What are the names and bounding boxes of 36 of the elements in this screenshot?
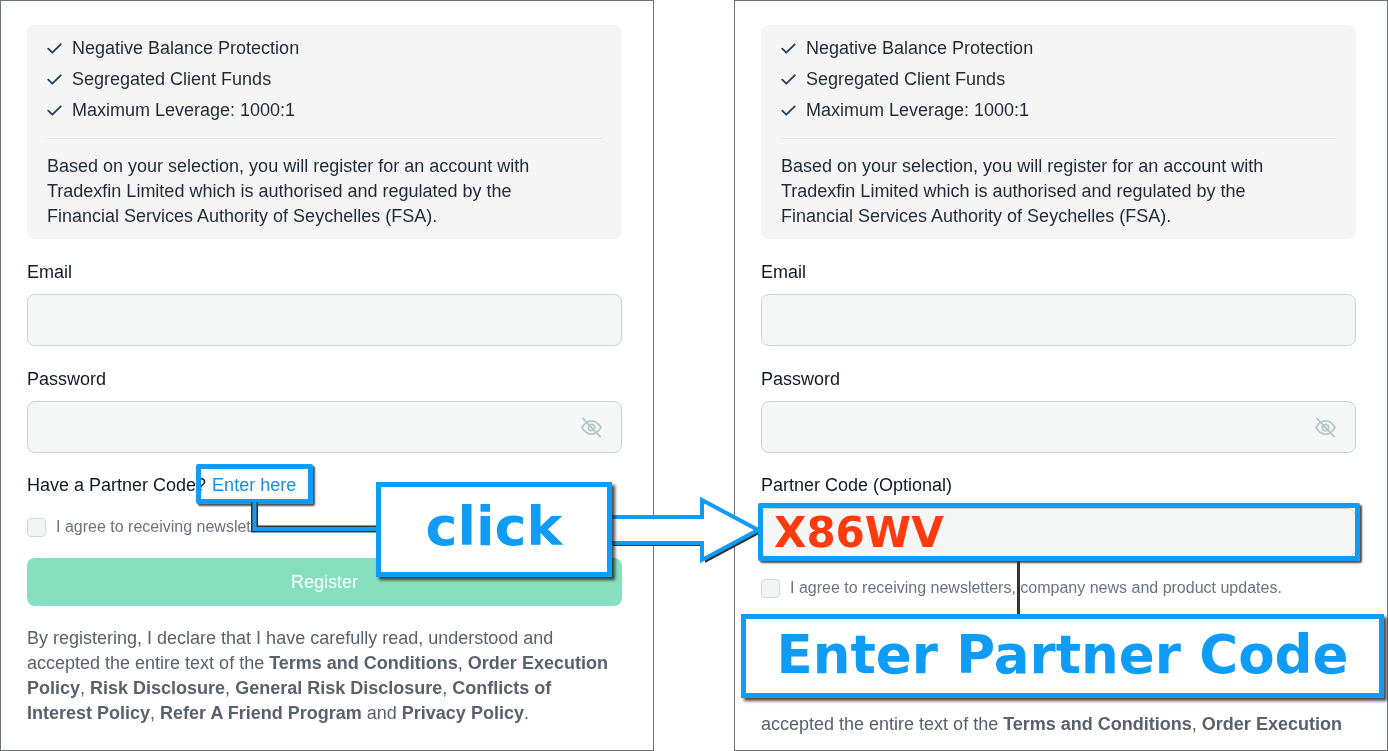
check-icon (781, 105, 796, 116)
input-field[interactable] (27, 294, 622, 346)
feature-text: Negative Balance Protection (72, 37, 300, 60)
field-label: Password (27, 368, 108, 391)
input-field[interactable] (761, 294, 1356, 346)
checkbox[interactable] (761, 578, 780, 598)
connector-line (1017, 561, 1020, 615)
eye-slash-icon[interactable] (580, 416, 603, 438)
feature-text: Maximum Leverage: 1000:1 (72, 99, 296, 122)
notice-text: Based on your selection, you will register for an account with Tradexfin Limited which is authorised and regulated by the Financial Services Authority of Seychelles (FSA). (47, 155, 531, 228)
field-label: Password (761, 368, 842, 391)
check-icon (47, 74, 62, 85)
feature-text: Negative Balance Protection (806, 37, 1034, 60)
feature-text: Segregated Client Funds (806, 68, 1006, 91)
eye-slash-icon[interactable] (1314, 416, 1337, 438)
check-icon (781, 43, 796, 54)
enter-here-link[interactable]: Enter here (212, 473, 297, 497)
field-label: Partner Code (Optional) (761, 474, 954, 497)
feature-text: Maximum Leverage: 1000:1 (806, 99, 1030, 122)
password-field[interactable] (27, 401, 622, 453)
disclaimer-text: By registering, I declare that I have carefully read, understood and accepted the entire text of the Terms and Conditions, Order Execution Policy, Risk Disclosure, General Risk Disclosure, Conflicts of Interest Policy, Refer A Friend Program and Privacy Policy. (27, 627, 609, 725)
check-icon (47, 43, 62, 54)
field-label: Email (761, 261, 807, 284)
callout-label: click (376, 482, 612, 577)
check-icon (781, 74, 796, 85)
notice-text: Based on your selection, you will register for an account with Tradexfin Limited which is authorised and regulated by the Financial Services Authority of Seychelles (FSA). (781, 155, 1265, 228)
check-icon (47, 105, 62, 116)
checkbox[interactable] (27, 517, 46, 537)
disclaimer-text: accepted the entire text of the Terms and Conditions, Order Execution (761, 713, 1343, 736)
callout-label: Enter Partner Code (741, 614, 1384, 698)
newsletter-consent-text: I agree to receiving newslet (56, 517, 251, 537)
partner-code-field[interactable]: X86WV (761, 508, 1356, 558)
newsletter-consent-text: I agree to receiving newsletters, company news and product updates. (790, 578, 1282, 598)
password-field[interactable] (761, 401, 1356, 453)
feature-text: Segregated Client Funds (72, 68, 272, 91)
field-label: Email (27, 261, 73, 284)
